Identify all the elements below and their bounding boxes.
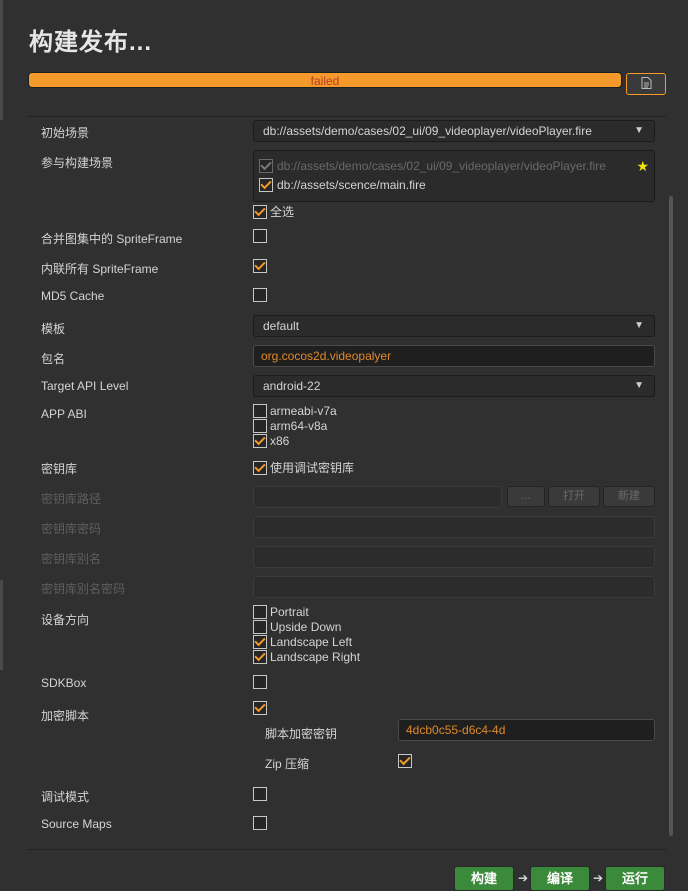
orientation-option[interactable]: Portrait: [253, 605, 309, 619]
select-all-label: 全选: [270, 205, 295, 219]
keystore-alias-password-input[interactable]: [253, 576, 655, 598]
bottom-divider: [28, 849, 666, 850]
arrow-right-icon: ➔: [593, 871, 604, 885]
abi-checkbox[interactable]: [253, 419, 267, 433]
target-api-label: Target API Level: [41, 379, 129, 393]
template-select[interactable]: default ▼: [253, 315, 655, 337]
use-debug-keystore-label: 使用调试密钥库: [270, 461, 355, 475]
abi-checkbox[interactable]: [253, 434, 267, 448]
abi-name: arm64-v8a: [270, 419, 328, 433]
keystore-open-button[interactable]: 打开: [548, 486, 600, 507]
triangle-down-icon: ▼: [634, 380, 644, 391]
scene-checkbox[interactable]: [259, 178, 273, 192]
document-icon: [641, 76, 652, 92]
app-abi-label: APP ABI: [41, 407, 87, 421]
package-name-label: 包名: [41, 352, 66, 366]
zip-compress-label: Zip 压缩: [265, 757, 310, 771]
source-maps-checkbox[interactable]: [253, 816, 267, 830]
encrypt-js-checkbox[interactable]: [253, 701, 267, 715]
debug-mode-label: 调试模式: [41, 790, 90, 804]
orientation-checkbox[interactable]: [253, 650, 267, 664]
keystore-new-button[interactable]: 新建: [603, 486, 655, 507]
merge-spriteframe-checkbox[interactable]: [253, 229, 267, 243]
scene-list: db://assets/demo/cases/02_ui/09_videopla…: [253, 150, 655, 202]
sdkbox-label: SDKBox: [41, 676, 87, 690]
orientation-name: Landscape Right: [270, 650, 361, 664]
window-title: 构建发布...: [29, 29, 153, 56]
keystore-path-label: 密钥库路径: [41, 492, 102, 506]
inline-spriteframe-checkbox[interactable]: [253, 259, 267, 273]
list-item[interactable]: db://assets/scence/main.fire: [259, 178, 426, 192]
orientation-checkbox[interactable]: [253, 620, 267, 634]
abi-option[interactable]: arm64-v8a: [253, 419, 327, 433]
run-button[interactable]: 运行: [605, 866, 665, 891]
keystore-label: 密钥库: [41, 462, 78, 476]
left-edge-strip: [0, 0, 3, 120]
abi-name: armeabi-v7a: [270, 404, 337, 418]
arrow-right-icon: ➔: [518, 871, 529, 885]
orientation-name: Portrait: [270, 605, 309, 619]
md5-cache-checkbox[interactable]: [253, 288, 267, 302]
keystore-browse-button[interactable]: ...: [507, 486, 545, 507]
orientation-label: 设备方向: [41, 613, 90, 627]
build-progress-bar: failed: [28, 72, 622, 88]
scrollbar[interactable]: [669, 196, 673, 836]
top-divider: [28, 116, 666, 117]
template-label: 模板: [41, 322, 66, 336]
keystore-path-input[interactable]: [253, 486, 502, 508]
list-item[interactable]: db://assets/demo/cases/02_ui/09_videopla…: [259, 159, 606, 173]
keystore-password-input[interactable]: [253, 516, 655, 538]
encrypt-key-label: 脚本加密密钥: [265, 727, 338, 741]
orientation-name: Landscape Left: [270, 635, 353, 649]
scene-path: db://assets/demo/cases/02_ui/09_videopla…: [277, 159, 606, 173]
orientation-option[interactable]: Landscape Left: [253, 635, 352, 649]
abi-name: x86: [270, 434, 290, 448]
abi-option[interactable]: x86: [253, 434, 289, 448]
merge-spriteframe-label: 合并图集中的 SpriteFrame: [41, 232, 183, 246]
abi-option[interactable]: armeabi-v7a: [253, 404, 337, 418]
keystore-alias-password-label: 密钥库别名密码: [41, 582, 126, 596]
progress-status-text: failed: [310, 74, 340, 88]
use-debug-keystore-checkbox[interactable]: [253, 460, 267, 475]
package-name-input[interactable]: org.cocos2d.videopalyer: [253, 345, 655, 367]
build-button[interactable]: 构建: [454, 866, 514, 891]
md5-cache-label: MD5 Cache: [41, 289, 105, 303]
start-scene-select[interactable]: db://assets/demo/cases/02_ui/09_videopla…: [253, 120, 655, 142]
keystore-alias-input[interactable]: [253, 546, 655, 568]
target-api-value: android-22: [263, 379, 321, 393]
start-scene-label: 初始场景: [41, 126, 90, 140]
keystore-password-label: 密钥库密码: [41, 522, 102, 536]
scene-checkbox[interactable]: [259, 159, 273, 173]
keystore-alias-label: 密钥库别名: [41, 552, 102, 566]
triangle-down-icon: ▼: [634, 320, 644, 331]
inline-spriteframe-label: 内联所有 SpriteFrame: [41, 262, 159, 276]
encrypt-key-input[interactable]: 4dcb0c55-d6c4-4d: [398, 719, 655, 741]
abi-checkbox[interactable]: [253, 404, 267, 418]
encrypt-js-label: 加密脚本: [41, 709, 90, 723]
orientation-option[interactable]: Landscape Right: [253, 650, 360, 664]
debug-mode-checkbox[interactable]: [253, 787, 267, 801]
select-all-checkbox-row[interactable]: 全选: [253, 203, 294, 220]
open-log-button[interactable]: [626, 73, 666, 95]
sdkbox-checkbox[interactable]: [253, 675, 267, 689]
triangle-down-icon: ▼: [634, 125, 644, 136]
start-scene-value: db://assets/demo/cases/02_ui/09_videopla…: [263, 124, 592, 138]
compile-button[interactable]: 编译: [530, 866, 590, 891]
select-all-checkbox[interactable]: [253, 204, 267, 219]
source-maps-label: Source Maps: [41, 817, 112, 831]
target-api-select[interactable]: android-22 ▼: [253, 375, 655, 397]
left-edge-strip: [0, 580, 3, 670]
orientation-option[interactable]: Upside Down: [253, 620, 341, 634]
orientation-checkbox[interactable]: [253, 605, 267, 619]
template-value: default: [263, 319, 300, 333]
use-debug-keystore-row[interactable]: 使用调试密钥库: [253, 459, 354, 476]
orientation-checkbox[interactable]: [253, 635, 267, 649]
scenes-label: 参与构建场景: [41, 156, 114, 170]
zip-compress-checkbox[interactable]: [398, 754, 412, 768]
scene-path: db://assets/scence/main.fire: [277, 178, 426, 192]
star-icon: ★: [636, 158, 649, 174]
orientation-name: Upside Down: [270, 620, 342, 634]
